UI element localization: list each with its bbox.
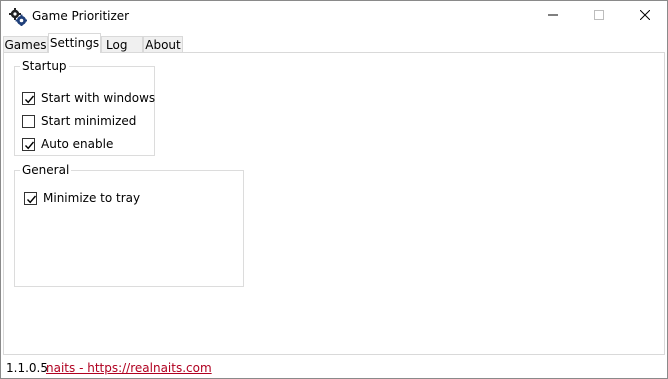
author-link[interactable]: naits - https://realnaits.com — [46, 361, 212, 375]
checkbox-checked-icon[interactable] — [22, 91, 35, 105]
status-bar: 1.1.0.5 naits - https://realnaits.com — [1, 357, 667, 378]
start-minimized-checkbox[interactable]: Start minimized — [22, 113, 136, 129]
checkbox-checked-icon[interactable] — [22, 137, 35, 151]
close-button[interactable] — [622, 1, 668, 31]
app-window: Game Prioritizer Games Settings Log Abou… — [0, 0, 668, 379]
general-group: General Minimize to tray — [14, 164, 244, 287]
gears-icon — [9, 8, 27, 26]
tab-log[interactable]: Log — [101, 36, 143, 52]
tab-games[interactable]: Games — [3, 36, 48, 52]
general-group-title: General — [22, 163, 70, 177]
tab-settings[interactable]: Settings — [48, 33, 101, 53]
minimize-icon — [548, 9, 558, 23]
minimize-button[interactable] — [530, 1, 576, 31]
version-label: 1.1.0.5 — [6, 361, 48, 375]
startup-group-title: Startup — [22, 59, 67, 73]
minimize-to-tray-label: Minimize to tray — [43, 191, 141, 205]
start-with-windows-label: Start with windows — [41, 91, 156, 105]
close-icon — [639, 9, 651, 23]
title-bar[interactable]: Game Prioritizer — [1, 1, 667, 32]
auto-enable-label: Auto enable — [41, 137, 114, 151]
minimize-to-tray-checkbox[interactable]: Minimize to tray — [24, 190, 140, 206]
start-with-windows-checkbox[interactable]: Start with windows — [22, 90, 155, 106]
checkbox-checked-icon[interactable] — [24, 191, 37, 205]
start-minimized-label: Start minimized — [41, 114, 137, 128]
maximize-button[interactable] — [576, 1, 622, 31]
checkbox-unchecked-icon[interactable] — [22, 114, 35, 128]
maximize-icon — [594, 9, 604, 23]
tab-strip: Games Settings Log About — [3, 33, 665, 53]
tab-about[interactable]: About — [143, 36, 183, 52]
window-title: Game Prioritizer — [32, 9, 130, 23]
auto-enable-checkbox[interactable]: Auto enable — [22, 136, 113, 152]
startup-group: Startup Start with windows Start minimiz… — [14, 60, 155, 156]
settings-panel: Startup Start with windows Start minimiz… — [3, 52, 665, 355]
